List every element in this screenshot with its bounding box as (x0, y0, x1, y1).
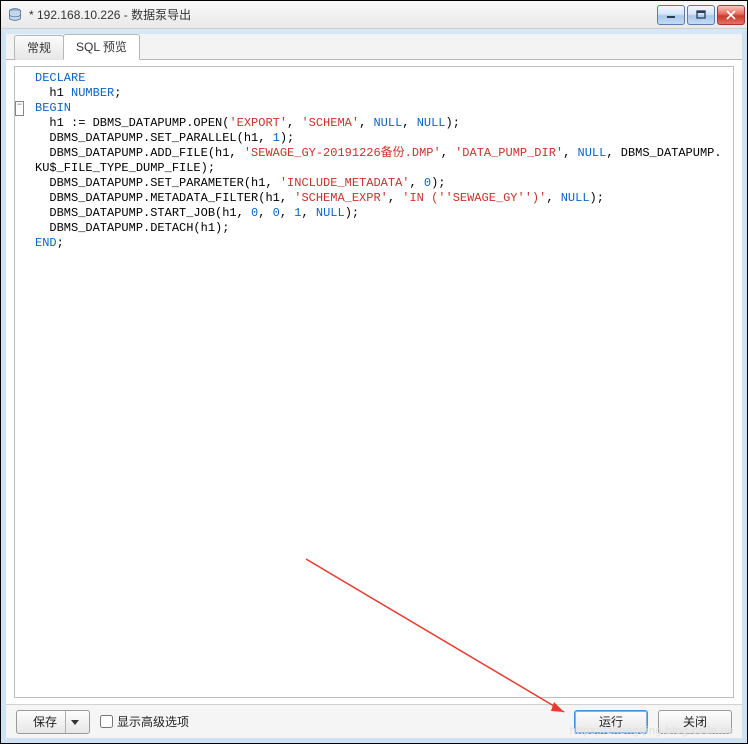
save-button-label: 保存 (33, 713, 57, 730)
show-advanced-input[interactable] (100, 715, 113, 728)
titlebar: * 192.168.10.226 - 数据泵导出 (1, 1, 747, 29)
tab-general[interactable]: 常规 (14, 35, 64, 60)
maximize-button[interactable] (687, 5, 715, 25)
code-gutter: − (15, 67, 31, 251)
window-title: * 192.168.10.226 - 数据泵导出 (29, 6, 191, 23)
show-advanced-checkbox[interactable]: 显示高级选项 (100, 713, 189, 730)
close-button-label: 关闭 (683, 713, 707, 730)
minimize-button[interactable] (657, 5, 685, 25)
run-button[interactable]: 运行 (574, 710, 648, 734)
tab-strip: 常规 SQL 预览 (6, 34, 742, 60)
footer: 保存 显示高级选项 运行 关闭 (6, 704, 742, 738)
save-button[interactable]: 保存 (16, 710, 90, 734)
close-window-button[interactable] (717, 5, 745, 25)
tab-sql-preview[interactable]: SQL 预览 (63, 34, 140, 60)
code-content[interactable]: DECLARE h1 NUMBER; BEGIN h1 := DBMS_DATA… (15, 67, 733, 255)
save-dropdown-caret[interactable] (65, 711, 83, 733)
run-button-label: 运行 (599, 713, 623, 730)
titlebar-left: * 192.168.10.226 - 数据泵导出 (7, 6, 191, 23)
code-editor[interactable]: − DECLARE h1 NUMBER; BEGIN h1 := DBMS_DA… (14, 66, 734, 698)
show-advanced-label: 显示高级选项 (117, 713, 189, 730)
window-controls (655, 5, 745, 25)
fold-icon[interactable]: − (15, 101, 24, 116)
client-area: 常规 SQL 预览 − DECLARE h1 NUMBER; BEGIN h1 … (1, 29, 747, 743)
app-db-icon (7, 7, 23, 23)
close-button[interactable]: 关闭 (658, 710, 732, 734)
